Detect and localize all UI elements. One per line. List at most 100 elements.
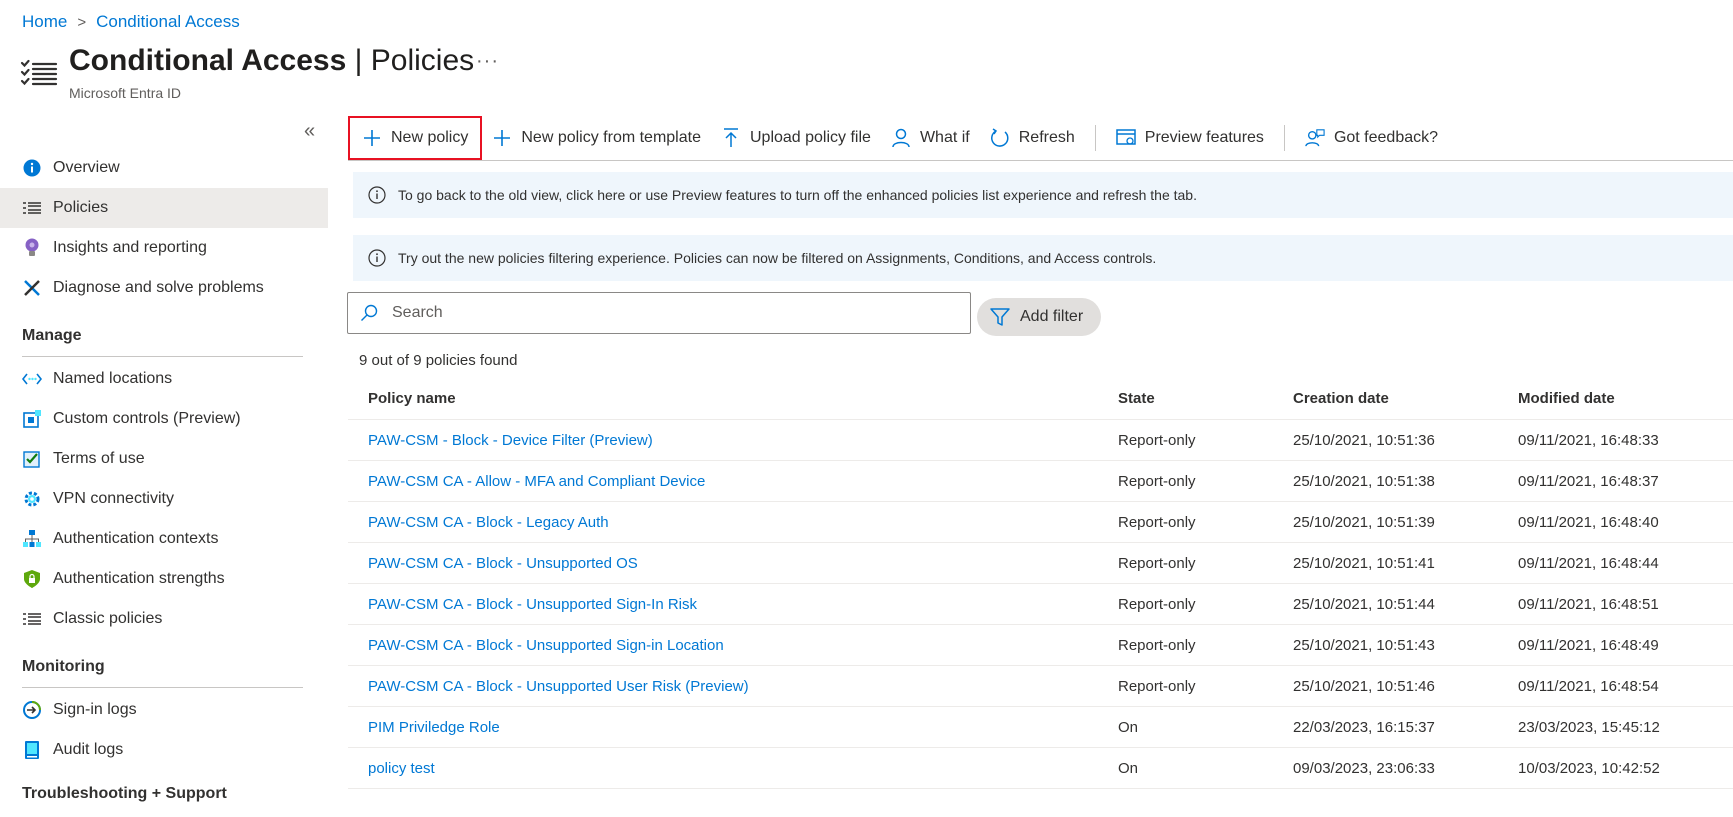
policy-name-link[interactable]: PAW-CSM CA - Block - Unsupported Sign-In… <box>348 596 1118 613</box>
sidebar-item-audit-logs[interactable]: Audit logs <box>0 730 328 770</box>
policy-creation-date: 25/10/2021, 10:51:46 <box>1293 677 1435 695</box>
column-header-modified-date[interactable]: Modified date <box>1518 390 1733 407</box>
refresh-button[interactable]: Refresh <box>980 116 1085 160</box>
policy-name-link[interactable]: policy test <box>348 760 1118 777</box>
policy-state: Report-only <box>1118 554 1196 572</box>
search-input[interactable] <box>390 303 934 323</box>
policy-name-link[interactable]: PAW-CSM CA - Allow - MFA and Compliant D… <box>348 473 1118 490</box>
breadcrumb: Home > Conditional Access <box>22 12 240 32</box>
policy-creation-date: 09/03/2023, 23:06:33 <box>1293 759 1435 777</box>
toolbar-divider <box>1283 125 1285 151</box>
feedback-button[interactable]: Got feedback? <box>1295 116 1448 160</box>
table-row[interactable]: PAW-CSM CA - Block - Legacy Auth Report-o… <box>348 502 1733 543</box>
table-row[interactable]: PAW-CSM - Block - Device Filter (Preview… <box>348 420 1733 461</box>
section-header-troubleshooting: Troubleshooting + Support <box>22 785 227 802</box>
policy-name-link[interactable]: PAW-CSM CA - Block - Legacy Auth <box>348 514 1118 531</box>
column-header-creation-date[interactable]: Creation date <box>1293 390 1518 407</box>
banner-text: To go back to the old view, click here o… <box>398 187 1197 203</box>
policy-state: Report-only <box>1118 595 1196 613</box>
policy-name-link[interactable]: PAW-CSM CA - Block - Unsupported Sign-in… <box>348 637 1118 654</box>
new-policy-from-template-label: New policy from template <box>521 129 701 146</box>
sidebar-item-label: Diagnose and solve problems <box>53 279 264 296</box>
policy-state: Report-only <box>1118 636 1196 654</box>
table-row[interactable]: policy test On 09/03/2023, 23:06:33 10/03/2… <box>348 748 1733 789</box>
new-policy-button[interactable]: New policy <box>348 116 483 160</box>
policy-modified-date: 23/03/2023, 15:45:12 <box>1518 718 1660 736</box>
sidebar-item-terms-of-use[interactable]: Terms of use <box>0 439 328 479</box>
page-title-main: Conditional Access <box>69 44 347 77</box>
sidebar-item-label: Named locations <box>53 370 173 387</box>
column-header-policy-name[interactable]: Policy name <box>348 390 1118 407</box>
sidebar-item-diagnose[interactable]: Diagnose and solve problems <box>0 268 328 308</box>
info-outline-icon <box>367 248 387 268</box>
sidebar-item-label: Terms of use <box>53 450 145 467</box>
collapse-sidebar-button[interactable]: « <box>304 120 315 143</box>
table-row[interactable]: PIM Priviledge Role On 22/03/2023, 16:15:3… <box>348 707 1733 748</box>
upload-policy-file-label: Upload policy file <box>749 129 871 146</box>
shield-icon <box>22 569 42 589</box>
policies-list-icon <box>20 58 60 92</box>
add-filter-label: Add filter <box>1020 308 1084 325</box>
what-if-button[interactable]: What if <box>881 116 980 160</box>
breadcrumb-conditional-access[interactable]: Conditional Access <box>96 12 240 32</box>
policy-name-link[interactable]: PAW-CSM CA - Block - Unsupported OS <box>348 555 1118 572</box>
policy-state: Report-only <box>1118 472 1196 490</box>
sidebar-item-auth-contexts[interactable]: Authentication contexts <box>0 519 328 559</box>
column-header-state[interactable]: State <box>1118 390 1293 407</box>
more-options-button[interactable]: ··· <box>476 50 499 73</box>
new-policy-from-template-button[interactable]: New policy from template <box>482 116 711 160</box>
table-row[interactable]: PAW-CSM CA - Block - Unsupported User Ri… <box>348 666 1733 707</box>
preview-features-button[interactable]: Preview features <box>1106 116 1274 160</box>
sidebar-item-policies[interactable]: Policies <box>0 188 328 228</box>
policy-modified-date: 09/11/2021, 16:48:54 <box>1518 677 1659 695</box>
feedback-label: Got feedback? <box>1333 129 1439 146</box>
section-divider <box>22 356 303 357</box>
policy-name-link[interactable]: PAW-CSM - Block - Device Filter (Preview… <box>348 432 1118 449</box>
add-filter-button[interactable]: Add filter <box>977 298 1102 336</box>
sidebar-item-named-locations[interactable]: Named locations <box>0 359 328 399</box>
sidebar-item-auth-strengths[interactable]: Authentication strengths <box>0 559 328 599</box>
sidebar-item-insights[interactable]: Insights and reporting <box>0 228 328 268</box>
policy-name-link[interactable]: PIM Priviledge Role <box>348 719 1118 736</box>
table-row[interactable]: PAW-CSM CA - Block - Unsupported Sign-in… <box>348 625 1733 666</box>
sidebar-item-signin-logs[interactable]: Sign-in logs <box>0 690 328 730</box>
page-subtitle: Microsoft Entra ID <box>69 85 182 101</box>
section-header-manage: Manage <box>22 327 82 344</box>
policy-modified-date: 09/11/2021, 16:48:40 <box>1518 513 1659 531</box>
policy-creation-date: 22/03/2023, 16:15:37 <box>1293 718 1435 736</box>
upload-policy-file-button[interactable]: Upload policy file <box>711 116 881 160</box>
sidebar-item-custom-controls[interactable]: Custom controls (Preview) <box>0 399 328 439</box>
policy-name-link[interactable]: PAW-CSM CA - Block - Unsupported User Ri… <box>348 678 1118 695</box>
sidebar-item-label: Policies <box>53 199 109 216</box>
sidebar-item-classic-policies[interactable]: Classic policies <box>0 599 328 639</box>
preview-features-label: Preview features <box>1144 129 1264 146</box>
plus-icon <box>492 128 512 148</box>
hierarchy-icon <box>22 529 42 549</box>
table-row[interactable]: PAW-CSM CA - Block - Unsupported Sign-In… <box>348 584 1733 625</box>
person-icon <box>891 128 911 148</box>
command-bar: New policy New policy from template Uplo… <box>348 116 1448 160</box>
table-row[interactable]: PAW-CSM CA - Block - Unsupported OS Repor… <box>348 543 1733 584</box>
banner-text: Try out the new policies filtering exper… <box>398 250 1157 266</box>
policy-modified-date: 09/11/2021, 16:48:51 <box>1518 595 1659 613</box>
search-icon <box>360 304 378 322</box>
sidebar-item-label: Classic policies <box>53 610 163 627</box>
section-divider <box>22 687 303 688</box>
page-title: Conditional Access | Policies <box>69 44 474 78</box>
book-icon <box>22 740 42 760</box>
sidebar-item-label: Authentication strengths <box>53 570 225 587</box>
policy-state: Report-only <box>1118 677 1196 695</box>
what-if-label: What if <box>919 129 970 146</box>
section-header-monitoring: Monitoring <box>22 658 105 675</box>
policy-state: Report-only <box>1118 513 1196 531</box>
policy-modified-date: 09/11/2021, 16:48:37 <box>1518 472 1659 490</box>
table-body: PAW-CSM - Block - Device Filter (Preview… <box>348 420 1733 789</box>
breadcrumb-home[interactable]: Home <box>22 12 67 32</box>
new-policy-label: New policy <box>391 129 469 146</box>
sidebar-item-overview[interactable]: Overview <box>0 148 328 188</box>
sidebar-item-label: Overview <box>53 159 120 176</box>
info-banner-old-view[interactable]: To go back to the old view, click here o… <box>353 172 1733 218</box>
sidebar-item-vpn[interactable]: VPN connectivity <box>0 479 328 519</box>
table-row[interactable]: PAW-CSM CA - Allow - MFA and Compliant D… <box>348 461 1733 502</box>
chevron-right-icon: > <box>77 13 87 31</box>
